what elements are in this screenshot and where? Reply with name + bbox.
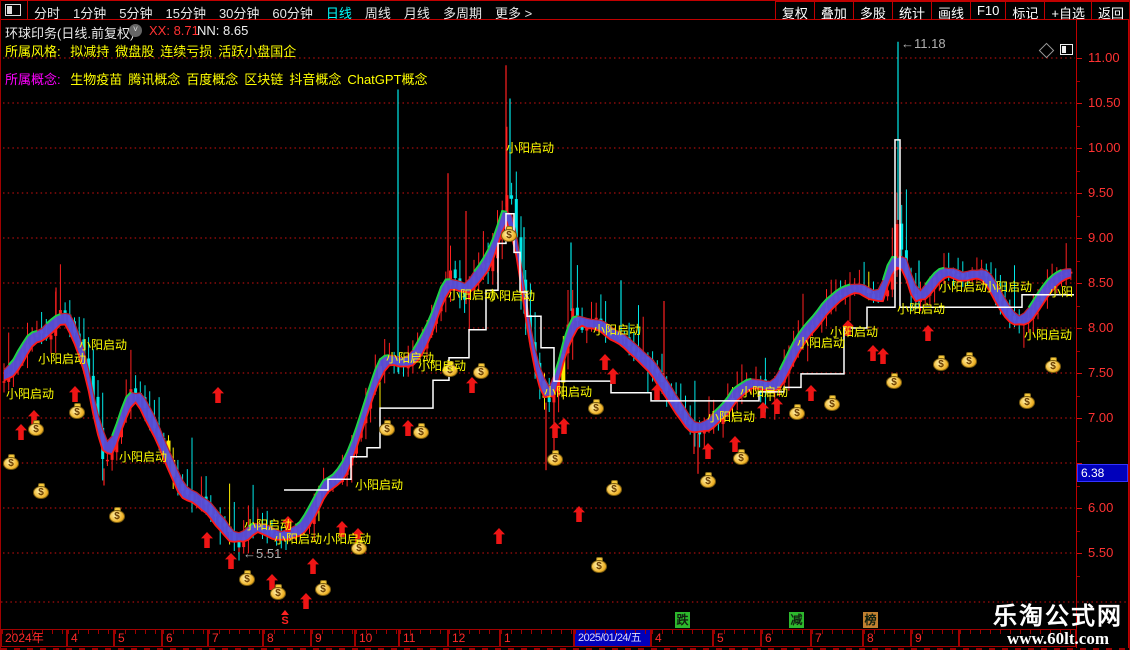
window-panel-icon[interactable] <box>5 4 21 16</box>
price-axis-tick <box>1077 148 1082 149</box>
month-cell: 7 <box>208 629 263 647</box>
price-axis-tick <box>1077 328 1082 329</box>
toolbar-button[interactable]: 复权 <box>774 1 815 21</box>
month-cell: 4 <box>651 629 713 647</box>
price-axis-tick <box>1077 283 1082 284</box>
watermark: 乐淘公式网 www.60lt.com <box>993 604 1123 648</box>
split-panel-icon[interactable] <box>1060 44 1073 55</box>
toolbar-button[interactable]: 返回 <box>1090 1 1129 21</box>
month-cell: 10 <box>355 629 399 647</box>
toolbar-button[interactable]: 标记 <box>1005 1 1046 21</box>
toolbar-button[interactable]: +自选 <box>1044 1 1092 21</box>
price-axis-label: 10.00 <box>1088 140 1121 155</box>
watermark-url: www.60lt.com <box>1007 629 1109 648</box>
toolbar-button[interactable]: 叠加 <box>813 1 854 21</box>
toolbar-right-buttons: 复权 叠加 多股 统计 画线 F10 标记 +自选 返回 <box>774 1 1129 21</box>
price-axis-tick <box>1077 215 1080 217</box>
price-axis-tick <box>1077 350 1080 352</box>
price-axis-tick <box>1077 170 1080 172</box>
price-axis-label: 7.50 <box>1088 365 1114 380</box>
toolbar-button[interactable]: 画线 <box>930 1 971 21</box>
month-cell: 1 <box>500 629 574 647</box>
stock-title: 环球印务(日线.前复权) <box>5 26 135 41</box>
concept-row-label: 所属概念: <box>5 72 61 87</box>
toolbar-button[interactable]: 多股 <box>852 1 893 21</box>
concept-tag[interactable]: 生物疫苗 <box>70 72 122 87</box>
month-cell: 7 <box>811 629 863 647</box>
concept-tag[interactable]: 区块链 <box>244 72 283 87</box>
price-axis-label: 8.50 <box>1088 275 1114 290</box>
watermark-site-name: 乐淘公式网 <box>993 603 1123 630</box>
style-row-label: 所属风格: <box>5 44 61 59</box>
price-axis-label: 5.50 <box>1088 545 1114 560</box>
price-axis-tick <box>1077 238 1082 239</box>
indicator-nn-value: NN: 8.65 <box>197 23 249 38</box>
period-toolbar: 分时 1分钟 5分钟 15分钟 30分钟 60分钟 日线 周线 月线 多周期 更多 > 复权 叠加 多股… <box>1 0 1129 21</box>
month-cell: 9 <box>911 629 959 647</box>
price-axis-label: 9.00 <box>1088 230 1114 245</box>
price-axis-tick <box>1077 553 1082 554</box>
title-row: 环球印务(日线.前复权) ˅ XX: 8.71 NN: 8.65 <box>1 20 1129 59</box>
price-axis-tick <box>1077 530 1080 532</box>
price-axis-tick <box>1077 58 1082 59</box>
toolbar-button[interactable]: 统计 <box>891 1 932 21</box>
style-tag[interactable]: 活跃小盘国企 <box>218 44 296 59</box>
trading-app-window: 分时 1分钟 5分钟 15分钟 30分钟 60分钟 日线 周线 月线 多周期 更多 > 复权 叠加 多股… <box>0 0 1130 650</box>
price-axis-tick <box>1077 575 1080 577</box>
price-axis-label: 7.00 <box>1088 410 1114 425</box>
concept-tag[interactable]: 腾讯概念 <box>128 72 180 87</box>
price-axis-tick <box>1077 395 1080 397</box>
price-axis-tick <box>1077 103 1082 104</box>
toolbar-divider <box>27 1 28 19</box>
concept-tag[interactable]: ChatGPT概念 <box>347 72 427 87</box>
price-axis-tick <box>1077 80 1080 82</box>
price-axis-tick <box>1077 305 1080 307</box>
style-tag[interactable]: 连续亏损 <box>160 44 212 59</box>
month-cell: 8 <box>863 629 911 647</box>
current-price-marker: 6.38 <box>1077 463 1128 482</box>
indicator-xx-value: XX: 8.71 <box>149 23 199 38</box>
concept-row: 所属概念: 生物疫苗 腾讯概念 百度概念 区块链 抖音概念 ChatGPT概念 <box>5 69 428 88</box>
selected-date-cell: 2025/01/24/五 <box>574 629 651 647</box>
style-row: 所属风格: 拟减持 微盘股 连续亏损 活跃小盘国企 <box>5 41 296 60</box>
price-axis-tick <box>1077 373 1082 374</box>
price-axis-tick <box>1077 440 1080 442</box>
chevron-down-icon[interactable]: ˅ <box>129 24 142 37</box>
month-cell: 12 <box>448 629 500 647</box>
price-axis-label: 11.00 <box>1088 50 1120 65</box>
month-cell: 8 <box>263 629 311 647</box>
style-tag[interactable]: 微盘股 <box>115 44 154 59</box>
style-tag[interactable]: 拟减持 <box>70 44 109 59</box>
month-cell: 6 <box>761 629 811 647</box>
month-cell: 5 <box>713 629 761 647</box>
toolbar-button[interactable]: F10 <box>969 1 1007 20</box>
month-cell: 9 <box>311 629 355 647</box>
price-axis-tick <box>1077 125 1080 127</box>
date-axis: 2024年 4 5 6 7 8 9 10 11 12 1 2025/01/24/五 4 5 6 7 8 9 <box>1 629 1129 647</box>
price-axis-tick <box>1077 485 1080 487</box>
month-cell: 6 <box>162 629 208 647</box>
price-axis-label: 9.50 <box>1088 185 1114 200</box>
price-axis: 11.00 10.50 10.00 9.50 9.00 8.50 8.00 7.50 7.00 6… <box>1076 20 1129 648</box>
price-axis-label: 6.00 <box>1088 500 1114 515</box>
price-axis-tick <box>1077 418 1082 419</box>
month-cell: 2024年 <box>1 629 67 647</box>
candlestick-chart[interactable] <box>1 0 1130 650</box>
month-cell: 5 <box>114 629 162 647</box>
price-axis-tick <box>1077 260 1080 262</box>
month-cell: 11 <box>399 629 448 647</box>
price-axis-label: 8.00 <box>1088 320 1114 335</box>
concept-tag[interactable]: 百度概念 <box>186 72 238 87</box>
price-axis-tick <box>1077 193 1082 194</box>
price-axis-label: 10.50 <box>1088 95 1121 110</box>
price-axis-tick <box>1077 508 1082 509</box>
concept-tag[interactable]: 抖音概念 <box>289 72 341 87</box>
month-cell: 4 <box>67 629 114 647</box>
